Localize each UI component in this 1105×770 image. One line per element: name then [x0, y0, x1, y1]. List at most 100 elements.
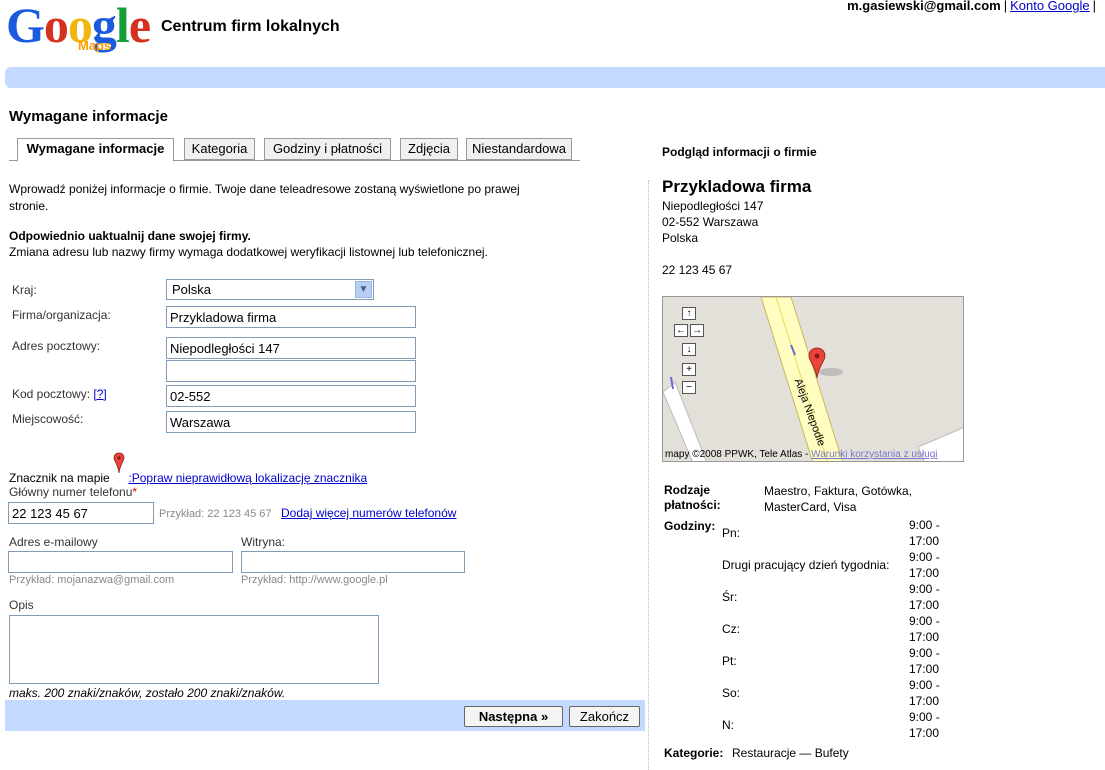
- map-marker-icon[interactable]: [808, 347, 826, 379]
- zoom-in-icon[interactable]: +: [682, 363, 696, 376]
- hours-day: Pt:: [722, 654, 737, 668]
- preview-heading: Podgląd informacji o firmie: [662, 145, 817, 159]
- button-bar: Następna » Zakończ: [5, 700, 645, 731]
- user-bar: m.gasiewski@gmail.com | Konto Google |: [847, 0, 1099, 13]
- hours-day: Drugi pracujący dzień tygodnia:: [722, 558, 890, 572]
- payment-label-line1: Rodzaje: [664, 483, 711, 497]
- hours-open: 9:00 -: [909, 614, 940, 628]
- description-counter: maks. 200 znaki/znaków, zostało 200 znak…: [9, 686, 286, 700]
- hours-open: 9:00 -: [909, 710, 940, 724]
- hours-time: 9:00 - 17:00: [909, 613, 940, 645]
- hours-day: Śr:: [722, 590, 738, 604]
- separator: |: [1092, 0, 1096, 13]
- map-marker-icon[interactable]: [113, 452, 125, 474]
- pan-down-icon[interactable]: ↓: [682, 343, 696, 356]
- next-button[interactable]: Następna »: [464, 706, 563, 727]
- tab-custom[interactable]: Niestandardowa: [466, 138, 572, 160]
- hours-day: N:: [722, 718, 734, 732]
- notice-title: Odpowiednio uaktualnij dane swojej firmy…: [9, 229, 251, 243]
- hours-open: 9:00 -: [909, 550, 940, 564]
- category-value: Restauracje — Bufety: [732, 746, 849, 760]
- zoom-out-icon[interactable]: −: [682, 381, 696, 394]
- preview-street: Niepodległości 147: [662, 199, 764, 213]
- fix-marker-link[interactable]: :Popraw nieprawidłową lokalizację znaczn…: [128, 471, 367, 485]
- country-select[interactable]: Polska ▼: [166, 279, 374, 300]
- hours-time: 9:00 - 17:00: [909, 581, 940, 613]
- hours-close: 17:00: [909, 694, 940, 708]
- pan-right-icon[interactable]: →: [690, 324, 704, 337]
- email-example: Przykład: mojanazwa@gmail.com: [9, 574, 175, 586]
- postal-input[interactable]: 02-552: [166, 385, 416, 407]
- tab-photos[interactable]: Zdjęcia: [400, 138, 458, 160]
- preview-business-name: Przykladowa firma: [662, 177, 812, 196]
- hours-time: 9:00 - 17:00: [909, 549, 940, 581]
- hours-row: N: 9:00 - 17:00: [720, 709, 950, 741]
- phone-example: Przykład: 22 123 45 67: [159, 508, 272, 520]
- company-label: Firma/organizacja:: [12, 308, 111, 322]
- hours-open: 9:00 -: [909, 678, 940, 692]
- dropdown-arrow-icon: ▼: [355, 281, 372, 298]
- hours-close: 17:00: [909, 726, 940, 740]
- account-link[interactable]: Konto Google: [1010, 0, 1090, 13]
- add-phone-link[interactable]: Dodaj więcej numerów telefonów: [281, 506, 456, 520]
- hours-close: 17:00: [909, 534, 940, 548]
- payment-label-line2: płatności:: [664, 498, 721, 512]
- marker-row: Znacznik na mapie :Popraw nieprawidłową …: [9, 446, 367, 485]
- preview-postal-city: 02-552 Warszawa: [662, 215, 759, 229]
- description-textarea[interactable]: [9, 615, 379, 684]
- tab-hours-payments[interactable]: Godziny i płatności: [264, 138, 391, 160]
- pan-up-icon[interactable]: ↑: [682, 307, 696, 320]
- hours-row: So: 9:00 - 17:00: [720, 677, 950, 709]
- address-label: Adres pocztowy:: [12, 339, 101, 353]
- hours-day: Pn:: [722, 526, 741, 540]
- hours-row: Pt: 9:00 - 17:00: [720, 645, 950, 677]
- address2-input[interactable]: [166, 360, 416, 382]
- marker-label: Znacznik na mapie: [9, 471, 110, 485]
- notice-text: Zmiana adresu lub nazwy firmy wymaga dod…: [9, 245, 488, 259]
- hours-row: Pn: 9:00 - 17:00: [720, 517, 950, 549]
- tab-category[interactable]: Kategoria: [184, 138, 255, 160]
- hours-close: 17:00: [909, 630, 940, 644]
- tab-required-info[interactable]: Wymagane informacje: [17, 138, 174, 162]
- website-input[interactable]: [241, 551, 465, 573]
- hours-day: So:: [722, 686, 741, 700]
- user-email: m.gasiewski@gmail.com: [847, 0, 1001, 13]
- preview-address: Niepodległości 147 02-552 Warszawa Polsk…: [662, 198, 763, 246]
- preview-map[interactable]: Aleja Niepodle ↑ ← → ↓ + − mapy ©2008 PP…: [662, 296, 964, 462]
- header-bar: [5, 67, 1105, 88]
- phone-label: Główny numer telefonu*: [9, 485, 137, 499]
- company-input[interactable]: Przykladowa firma: [166, 306, 416, 328]
- website-label: Witryna:: [241, 535, 286, 549]
- intro-text: Wprowadź poniżej informacje o firmie. Tw…: [9, 182, 520, 213]
- hours-time: 9:00 - 17:00: [909, 517, 940, 549]
- hours-time: 9:00 - 17:00: [909, 709, 940, 741]
- postal-help-link[interactable]: [?]: [93, 387, 106, 401]
- country-label: Kraj:: [12, 283, 37, 297]
- hours-row: Cz: 9:00 - 17:00: [720, 613, 950, 645]
- google-maps-logo[interactable]: Google Maps: [6, 0, 156, 56]
- required-mark: *: [132, 485, 138, 499]
- phone-input[interactable]: 22 123 45 67: [8, 502, 154, 524]
- app-title: Centrum firm lokalnych: [161, 18, 340, 35]
- hours-close: 17:00: [909, 662, 940, 676]
- pan-left-icon[interactable]: ←: [674, 324, 688, 337]
- postal-label-text: Kod pocztowy:: [12, 387, 91, 401]
- payment-value: Maestro, Faktura, Gotówka, MasterCard, V…: [764, 484, 913, 514]
- tab-bar: Wymagane informacje Kategoria Godziny i …: [9, 138, 580, 162]
- map-terms-link[interactable]: Warunki korzystania z usługi: [811, 449, 937, 460]
- finish-button[interactable]: Zakończ: [569, 706, 640, 727]
- city-input[interactable]: Warszawa: [166, 411, 416, 433]
- email-input[interactable]: [8, 551, 233, 573]
- column-divider: [648, 180, 649, 770]
- category-label: Kategorie:: [664, 746, 724, 760]
- hours-open: 9:00 -: [909, 582, 940, 596]
- country-value: Polska: [172, 282, 212, 297]
- description-label: Opis: [9, 598, 34, 612]
- city-label: Miejscowość:: [12, 412, 84, 426]
- logo-sub: Maps: [78, 38, 112, 53]
- address-input[interactable]: Niepodległości 147: [166, 337, 416, 359]
- hours-table: Pn: 9:00 - 17:00 Drugi pracujący dzień tyg…: [720, 517, 950, 741]
- hours-open: 9:00 -: [909, 518, 940, 532]
- hours-row: Drugi pracujący dzień tygodnia: 9:00 - 17:…: [720, 549, 950, 581]
- page-title: Wymagane informacje: [9, 108, 168, 125]
